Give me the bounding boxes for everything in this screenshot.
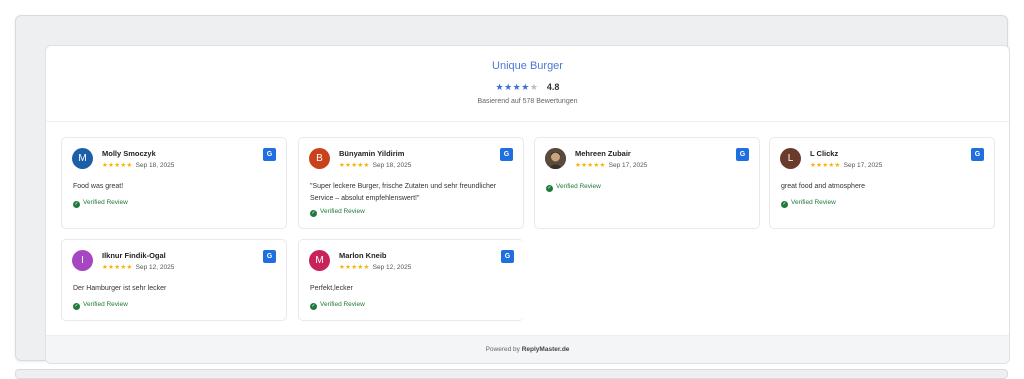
reviewer-name: Ilknur Findik-Ogal xyxy=(102,251,166,260)
review-rating: ★★★★★ Sep 12, 2025 xyxy=(102,263,174,271)
star-icon: ★★★★★ xyxy=(810,162,841,169)
verified-badge: ✓ Verified Review xyxy=(546,183,601,192)
review-rating: ★★★★★ Sep 18, 2025 xyxy=(102,161,174,169)
review-card: I Ilknur Findik-Ogal ★★★★★ Sep 12, 2025 G… xyxy=(61,239,287,321)
review-count: Basierend auf 578 Bewertungen xyxy=(477,98,578,105)
avatar: L xyxy=(780,148,801,169)
business-name[interactable]: Unique Burger xyxy=(46,60,1009,72)
overall-rating: ★★★★★ 4.8 xyxy=(46,82,1009,93)
check-icon: ✓ xyxy=(546,185,553,192)
avatar: B xyxy=(309,148,330,169)
verified-badge: ✓ Verified Review xyxy=(781,199,836,208)
check-icon: ✓ xyxy=(781,201,788,208)
widget-container: Unique Burger ★★★★★ 4.8 Basierend auf 57… xyxy=(15,15,1010,364)
rating-stars-icon: ★★★★★ xyxy=(495,82,539,92)
avatar: M xyxy=(309,250,330,271)
reviewer-name: Molly Smoczyk xyxy=(102,149,156,158)
review-date: Sep 18, 2025 xyxy=(135,162,175,169)
review-card: B Bünyamin Yildirim ★★★★★ Sep 18, 2025 G … xyxy=(298,137,524,229)
star-icon: ★★★★★ xyxy=(102,264,133,271)
review-date: Sep 17, 2025 xyxy=(843,162,883,169)
star-icon: ★★★★★ xyxy=(339,264,370,271)
review-text: great food and atmosphere xyxy=(781,183,866,190)
google-icon[interactable]: G xyxy=(501,250,514,263)
verified-badge: ✓ Verified Review xyxy=(310,208,365,217)
powered-by-label: Powered by xyxy=(485,346,520,353)
review-text: Der Hamburger ist sehr lecker xyxy=(73,285,167,292)
next-section xyxy=(15,369,1008,379)
avatar xyxy=(545,148,566,169)
avatar: I xyxy=(72,250,93,271)
reviewer-name: Marlon Kneib xyxy=(339,251,387,260)
review-date: Sep 18, 2025 xyxy=(372,162,412,169)
review-date: Sep 12, 2025 xyxy=(135,264,175,271)
review-card: Mehreen Zubair ★★★★★ Sep 17, 2025 G ✓ Veri… xyxy=(534,137,760,229)
rating-value: 4.8 xyxy=(546,82,560,92)
check-icon: ✓ xyxy=(73,303,80,310)
star-icon: ★★★★★ xyxy=(339,162,370,169)
review-rating: ★★★★★ Sep 17, 2025 xyxy=(810,161,882,169)
google-icon[interactable]: G xyxy=(263,250,276,263)
review-text: Food was great! xyxy=(73,183,124,190)
review-card: M Marlon Kneib ★★★★★ Sep 12, 2025 G Perfe… xyxy=(298,239,524,321)
widget-footer: Powered by ReplyMaster.de xyxy=(46,335,1009,363)
reviews-widget: Unique Burger ★★★★★ 4.8 Basierend auf 57… xyxy=(45,45,1010,364)
review-rating: ★★★★★ Sep 12, 2025 xyxy=(339,263,411,271)
verified-badge: ✓ Verified Review xyxy=(73,301,128,310)
review-rating: ★★★★★ Sep 17, 2025 xyxy=(575,161,647,169)
google-icon[interactable]: G xyxy=(500,148,513,161)
brand-link[interactable]: ReplyMaster.de xyxy=(522,346,570,353)
reviewer-name: Mehreen Zubair xyxy=(575,149,631,158)
reviewer-name: L Clickz xyxy=(810,149,839,158)
widget-header: Unique Burger ★★★★★ 4.8 Basierend auf 57… xyxy=(46,46,1009,122)
avatar: M xyxy=(72,148,93,169)
check-icon: ✓ xyxy=(73,201,80,208)
google-icon[interactable]: G xyxy=(736,148,749,161)
star-icon: ★★★★★ xyxy=(102,162,133,169)
review-date: Sep 17, 2025 xyxy=(608,162,648,169)
verified-badge: ✓ Verified Review xyxy=(73,199,128,208)
review-card: L L Clickz ★★★★★ Sep 17, 2025 G great foo… xyxy=(769,137,995,229)
profile-photo-icon xyxy=(545,148,566,169)
review-text: Perfekt,lecker xyxy=(310,285,353,292)
check-icon: ✓ xyxy=(310,210,317,217)
review-date: Sep 12, 2025 xyxy=(372,264,412,271)
review-card: M Molly Smoczyk ★★★★★ Sep 18, 2025 G Food… xyxy=(61,137,287,229)
check-icon: ✓ xyxy=(310,303,317,310)
review-rating: ★★★★★ Sep 18, 2025 xyxy=(339,161,411,169)
verified-badge: ✓ Verified Review xyxy=(310,301,365,310)
google-icon[interactable]: G xyxy=(263,148,276,161)
star-icon: ★★★★★ xyxy=(575,162,606,169)
review-text: "Super leckere Burger, frische Zutaten u… xyxy=(310,183,497,202)
google-icon[interactable]: G xyxy=(971,148,984,161)
reviewer-name: Bünyamin Yildirim xyxy=(339,149,405,158)
